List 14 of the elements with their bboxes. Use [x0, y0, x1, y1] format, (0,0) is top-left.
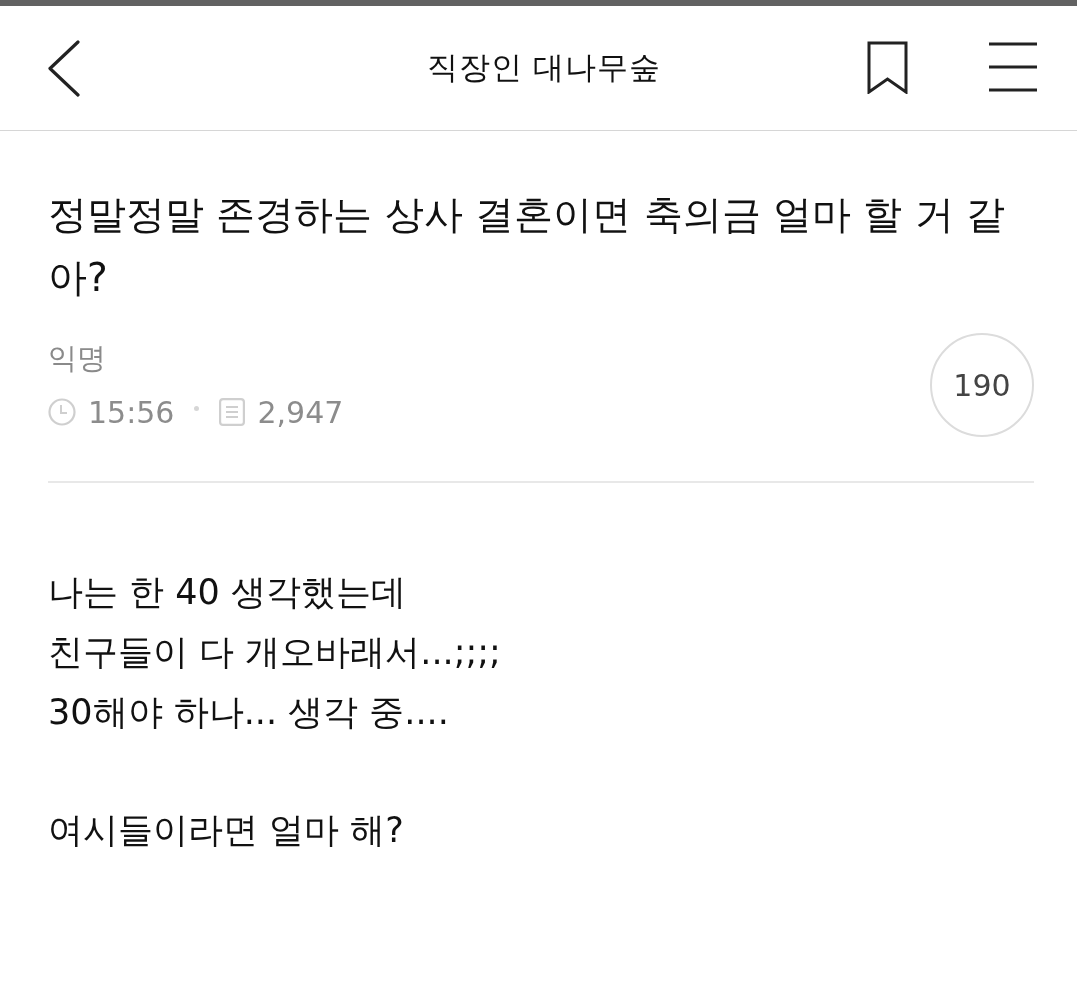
- body-paragraph: 나는 한 40 생각했는데 친구들이 다 개오바래서...;;;; 30해야 하나... 생각 중....: [48, 571, 502, 734]
- page-title: 직장인 대나무숲: [425, 48, 662, 87]
- bookmark-icon[interactable]: [867, 40, 908, 94]
- document-icon: [219, 398, 246, 426]
- count-badge: 190: [930, 333, 1034, 437]
- clock-icon: [48, 398, 76, 426]
- menu-icon[interactable]: [989, 42, 1037, 92]
- dot-icon: [194, 405, 200, 411]
- author-name: 익명: [48, 340, 107, 377]
- view-count: 2,947: [257, 394, 344, 430]
- post-title: 정말정말 존경하는 상사 결혼이면 축의금 얼마 할 거 같아?: [48, 191, 1007, 302]
- back-icon[interactable]: [47, 39, 80, 97]
- body-paragraph: 여시들이라면 얼마 해?: [48, 809, 405, 852]
- post-time: 15:56: [88, 394, 175, 430]
